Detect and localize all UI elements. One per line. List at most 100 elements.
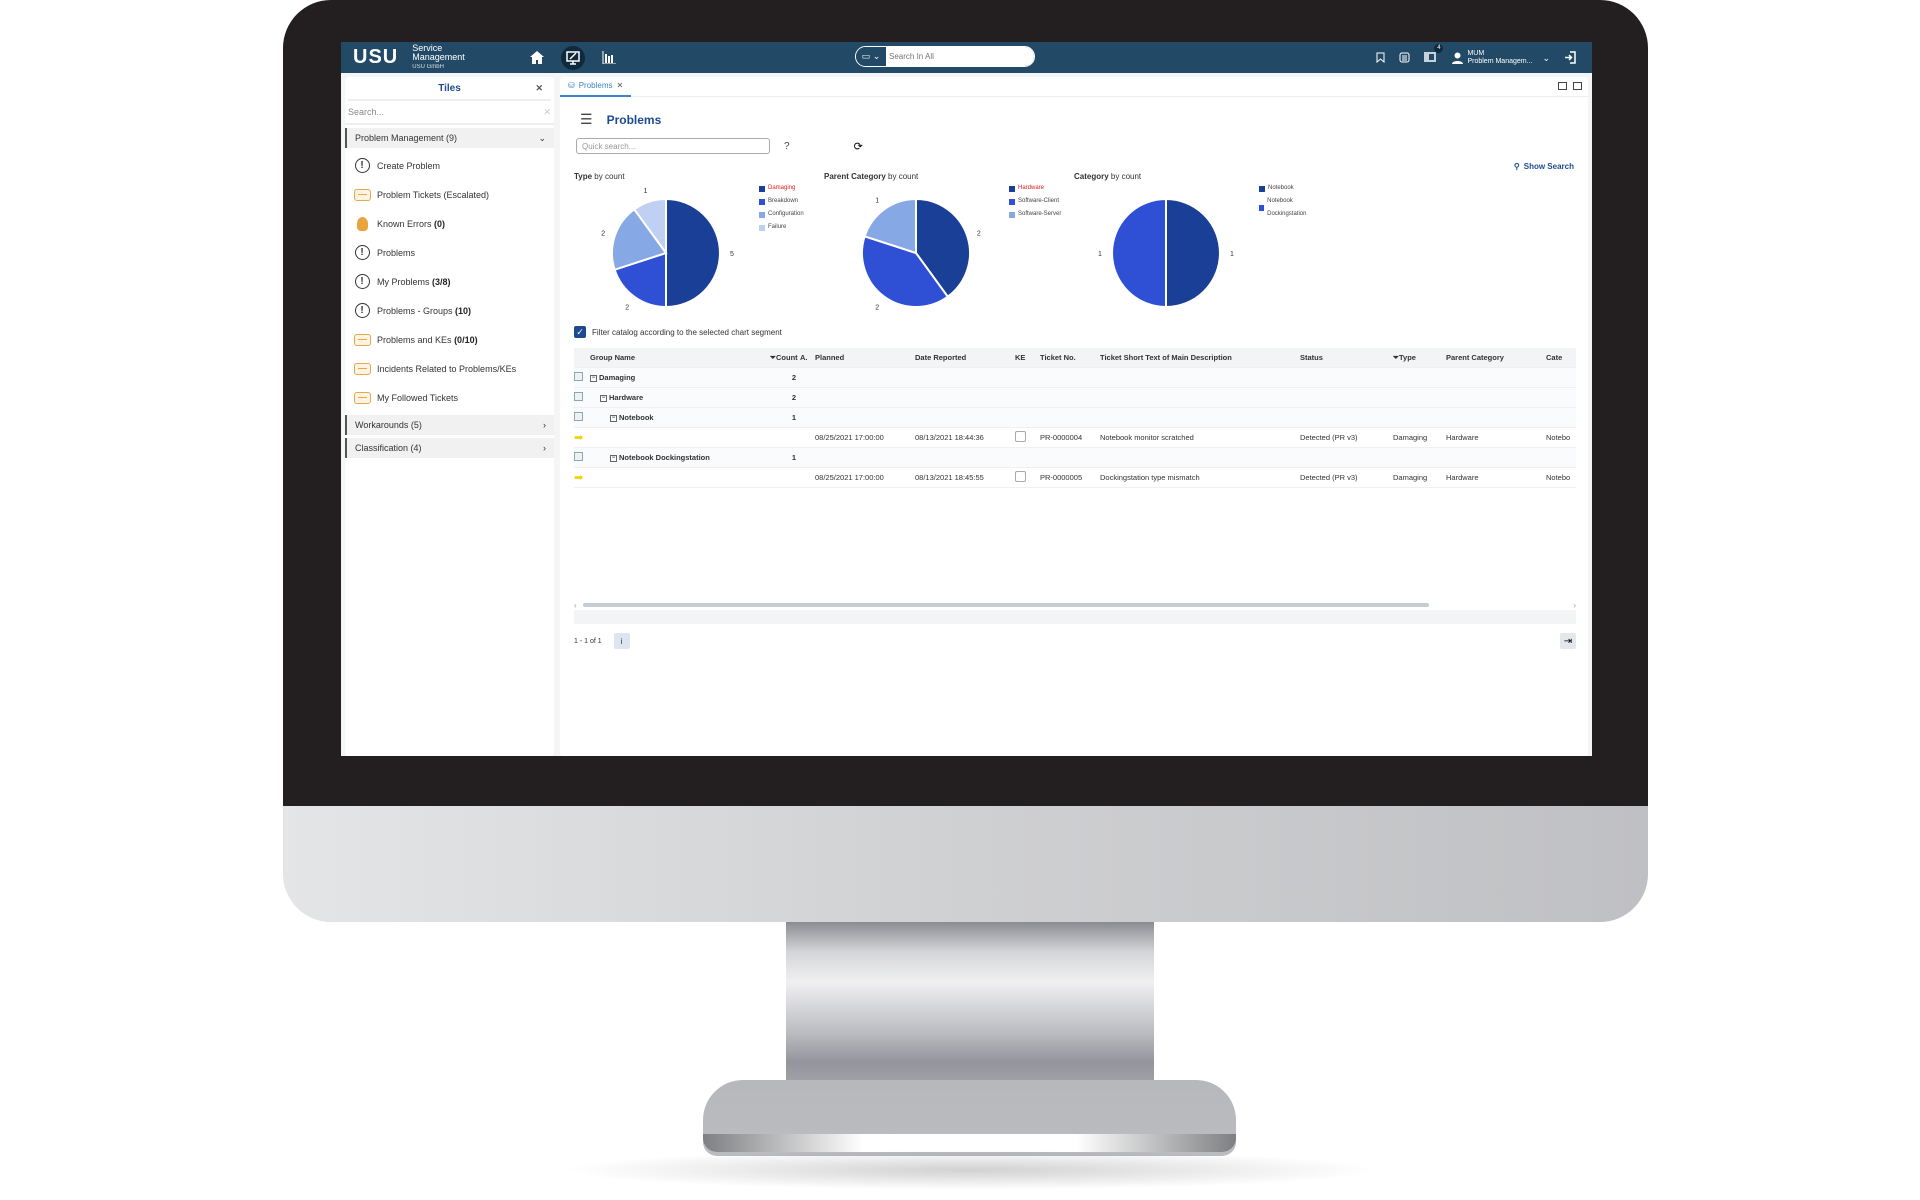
data-label: 5 [730,251,734,258]
collapse-icon[interactable]: − [600,394,607,402]
refresh-icon[interactable]: ⟳ [854,140,863,153]
group-problem-management[interactable]: Problem Management (9) ⌄ [345,128,554,148]
quick-search-input[interactable]: Quick search... [576,138,770,154]
data-label: 2 [601,231,605,238]
sidebar-item-label: Problem Tickets (Escalated) [377,189,490,200]
group-classification[interactable]: Classification (4) › [345,438,554,458]
scroll-thumb[interactable] [582,603,1430,607]
collapse-icon[interactable]: − [610,454,617,462]
close-tab-icon[interactable]: ✕ [617,81,624,90]
table-row[interactable]: ➡ 08/25/2021 17:00:00 08/13/2021 18:44:3… [574,428,1576,448]
column-header[interactable]: A. [800,353,815,362]
search-scope-dropdown[interactable]: ▭ ⌄ [856,47,886,66]
table-row[interactable]: ➡ 08/25/2021 17:00:00 08/13/2021 18:45:5… [574,468,1576,488]
tab-problems[interactable]: ⛁ Problems ✕ [560,77,632,97]
pie-slice-damaging[interactable] [665,197,721,309]
legend-item[interactable]: Software-Server [1009,208,1061,221]
scroll-right-icon[interactable]: › [1573,601,1576,610]
maximize-icon[interactable] [1558,82,1567,90]
global-search-input[interactable] [886,47,1034,66]
legend-item[interactable]: Notebook Dockingstation [1259,195,1324,221]
help-icon[interactable]: ? [784,141,790,152]
sidebar-item[interactable]: Incidents Related to Problems/KEs [345,354,554,383]
pie-slice-notebook[interactable] [1165,197,1221,309]
collapse-icon[interactable]: − [610,414,617,422]
show-search-button[interactable]: ⚲ Show Search [1514,162,1574,171]
home-icon[interactable] [525,46,549,70]
chart-title: Category by count [1074,172,1142,181]
legend-item[interactable]: Software-Client [1009,195,1061,208]
export-icon[interactable]: ⇥ [1560,633,1576,649]
table-row[interactable]: − Damaging 2 [574,368,1576,388]
header-actions: 4 MUM Problem Managem... ⌄ [1376,42,1576,73]
top-bar: USU Service Management USU GmbH ▭ ⌄ 4 [341,42,1592,73]
column-header[interactable]: ⏷Type [1393,353,1446,363]
legend-item[interactable]: Failure [759,221,804,234]
legend-item[interactable]: Configuration [759,208,804,221]
sidebar-item-label: My Problems (3/8) [377,276,451,287]
column-header[interactable]: Status [1300,353,1393,362]
restore-icon[interactable] [1573,82,1582,90]
column-header[interactable]: Parent Category [1446,353,1546,362]
collapse-icon[interactable]: − [590,374,597,382]
data-label: 1 [1230,251,1234,258]
notifications-icon[interactable]: 4 [1424,43,1444,67]
bulb-icon [353,215,371,233]
row-detail-icon[interactable] [574,452,583,461]
horizontal-scrollbar[interactable]: ‹ › [574,600,1576,610]
reports-icon[interactable] [597,46,621,70]
user-menu[interactable]: MUM Problem Managem... ⌄ [1452,50,1550,66]
workspace-icon[interactable] [560,45,585,70]
sidebar-item[interactable]: ! Problems - Groups (10) [345,296,554,325]
filter-row: ✓ Filter catalog according to the select… [574,326,1588,338]
row-detail-icon[interactable] [574,392,583,401]
column-header[interactable]: Group Name [590,353,770,362]
column-header[interactable]: ⏷Count [770,353,800,363]
bookmark-icon[interactable] [1376,52,1385,63]
clear-search-icon[interactable]: ✕ [543,107,551,118]
group-workarounds[interactable]: Workarounds (5) › [345,415,554,435]
sidebar-item[interactable]: ! Create Problem [345,151,554,180]
sidebar-item-label: Problems [377,247,416,258]
ke-checkbox[interactable] [1015,471,1026,482]
sidebar-item[interactable]: Problem Tickets (Escalated) [345,180,554,209]
sidebar-item[interactable]: Known Errors (0) [345,209,554,238]
sidebar-item[interactable]: Problems and KEs (0/10) [345,325,554,354]
table-row[interactable]: − Notebook 1 [574,408,1576,428]
global-search[interactable]: ▭ ⌄ [855,46,1035,67]
close-tiles-icon[interactable]: ✕ [535,83,543,94]
sidebar-item[interactable]: ! Problems [345,238,554,267]
pager: 1 - 1 of 1 i [574,633,630,649]
sidebar-item-label: My Followed Tickets [377,392,459,403]
column-header[interactable]: Date Reported [915,353,1015,362]
list-icon[interactable] [1399,52,1410,63]
column-header[interactable]: Ticket Short Text of Main Description [1100,353,1300,362]
legend-item[interactable]: Hardware [1009,182,1061,195]
user-role: Problem Managem... [1467,57,1533,65]
legend-item[interactable]: Notebook [1259,182,1324,195]
ke-checkbox[interactable] [1015,431,1026,442]
filter-checkbox[interactable]: ✓ [574,326,586,338]
sidebar-item[interactable]: My Followed Tickets [345,383,554,412]
legend-item[interactable]: Damaging [759,182,804,195]
table-row[interactable]: − Hardware 2 [574,388,1576,408]
column-header[interactable]: KE [1015,353,1040,362]
table-row[interactable]: − Notebook Dockingstation 1 [574,448,1576,468]
info-icon[interactable]: i [613,633,630,649]
column-header[interactable]: Planned [815,353,915,362]
ticket-icon [353,360,371,378]
arrow-right-icon[interactable]: ➡ [574,471,590,484]
scroll-left-icon[interactable]: ‹ [574,601,577,610]
tiles-sidebar: Tiles ✕ Search... ✕ Problem Management (… [345,77,554,756]
hamburger-menu-icon[interactable]: ☰ [580,111,593,128]
sidebar-item[interactable]: ! My Problems (3/8) [345,267,554,296]
arrow-right-icon[interactable]: ➡ [574,431,590,444]
logout-icon[interactable] [1564,51,1576,64]
column-header[interactable]: Ticket No. [1040,353,1100,362]
row-detail-icon[interactable] [574,412,583,421]
tiles-search-input[interactable]: Search... [348,107,384,117]
column-header[interactable]: Cate [1546,353,1576,362]
legend-item[interactable]: Breakdown [759,195,804,208]
row-detail-icon[interactable] [574,372,583,381]
pie-slice-notebook-dockingstation[interactable] [1111,197,1167,309]
